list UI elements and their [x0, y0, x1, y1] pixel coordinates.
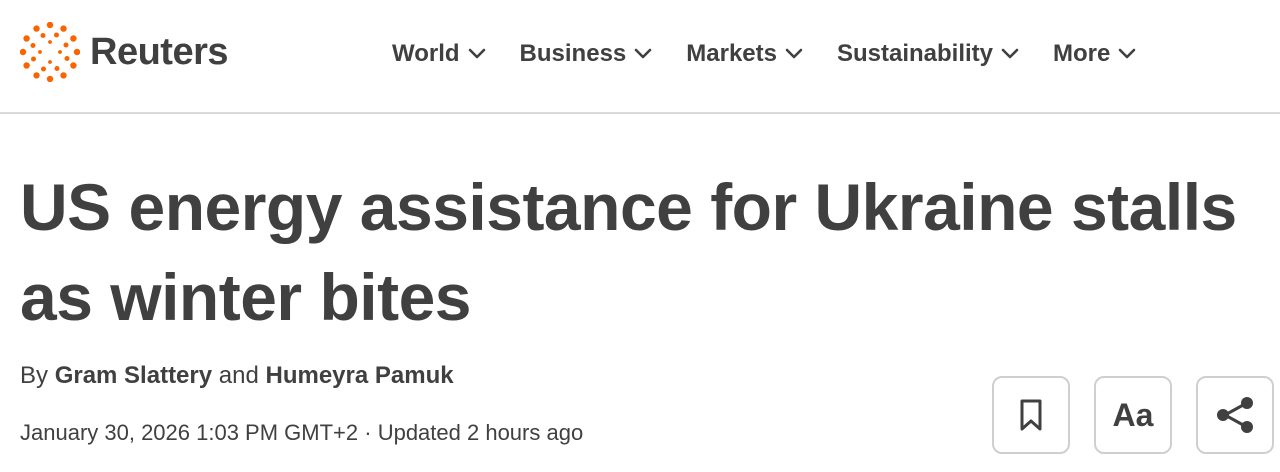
bookmark-button[interactable] — [992, 376, 1070, 454]
share-icon — [1217, 397, 1253, 433]
chevron-down-icon — [1001, 48, 1019, 59]
chevron-down-icon — [634, 48, 652, 59]
reuters-logo-icon — [20, 22, 80, 82]
updated-time: Updated 2 hours ago — [377, 420, 584, 445]
author-link-1[interactable]: Gram Slattery — [55, 362, 212, 389]
nav-label: World — [392, 40, 460, 67]
headline-line-2: as winter bites — [20, 260, 472, 334]
reuters-logo-link[interactable]: Reuters — [20, 22, 229, 82]
article-actions: Aa — [992, 376, 1274, 454]
article-headline: US energy assistance for Ukraine stalls … — [20, 162, 1280, 342]
main-nav: World Business Markets Sustainability Mo… — [392, 36, 1170, 72]
byline: By Gram Slattery and Humeyra Pamuk — [20, 362, 454, 390]
author-link-2[interactable]: Humeyra Pamuk — [265, 362, 453, 389]
site-header: Reuters World Business Markets Sustainab… — [0, 0, 1280, 114]
text-size-button[interactable]: Aa — [1094, 376, 1172, 454]
share-button[interactable] — [1196, 376, 1274, 454]
chevron-down-icon — [785, 48, 803, 59]
nav-item-more[interactable]: More — [1053, 36, 1136, 72]
publish-date: January 30, 2026 1:03 PM GMT+2 — [20, 420, 359, 445]
text-size-label: Aa — [1112, 396, 1154, 433]
headline-line-1: US energy assistance for Ukraine stalls — [20, 170, 1237, 244]
nav-label: More — [1053, 40, 1111, 67]
bookmark-icon — [1020, 399, 1042, 431]
nav-label: Markets — [686, 40, 777, 67]
byline-join: and — [212, 362, 266, 389]
nav-item-sustainability[interactable]: Sustainability — [837, 36, 1019, 72]
nav-label: Sustainability — [836, 40, 994, 67]
nav-item-markets[interactable]: Markets — [686, 36, 803, 72]
nav-label: Business — [519, 40, 627, 67]
byline-prefix: By — [20, 362, 55, 389]
nav-item-world[interactable]: World — [392, 36, 486, 72]
nav-item-business[interactable]: Business — [520, 36, 653, 72]
chevron-down-icon — [468, 48, 485, 59]
date-separator: · — [358, 420, 378, 445]
chevron-down-icon — [1119, 48, 1136, 59]
dateline: January 30, 2026 1:03 PM GMT+2 · Updated… — [20, 420, 583, 446]
logo-wordmark: Reuters — [90, 30, 229, 73]
